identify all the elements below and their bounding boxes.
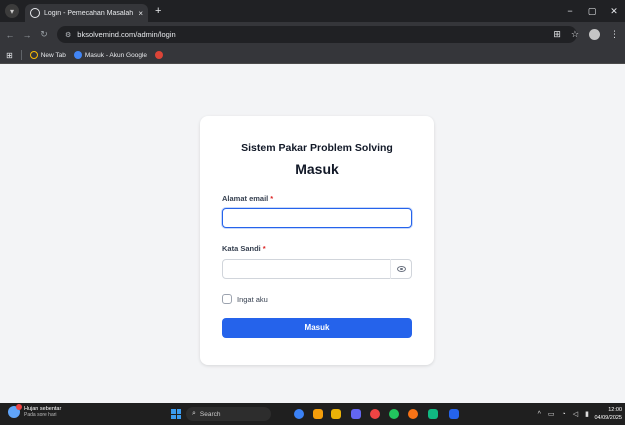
display-icon[interactable]: ▭ [548, 410, 555, 418]
required-mark: * [270, 194, 274, 203]
folder-icon[interactable] [331, 409, 341, 419]
bookmark-extra[interactable] [155, 51, 166, 59]
weather-subtitle: Pada sore hari [24, 412, 57, 418]
email-input[interactable] [222, 208, 412, 228]
wifi-icon[interactable]: ◔ [562, 411, 566, 418]
bookmark-icon [29, 51, 38, 59]
new-tab-button[interactable]: + [155, 5, 161, 17]
tab-title: Login - Pemecahan Masalah Si [44, 9, 136, 17]
store-icon[interactable] [428, 409, 438, 419]
remember-checkbox[interactable] [222, 294, 232, 304]
clock-date: 04/09/2025 [594, 415, 622, 421]
bookmarks-bar: ⊞ New Tab Masuk - Akun Google [0, 47, 625, 64]
eye-icon [397, 266, 406, 272]
apps-grid-icon[interactable]: ⊞ [6, 51, 13, 60]
close-window-button[interactable]: ✕ [603, 6, 625, 17]
word-icon[interactable] [449, 409, 459, 419]
email-label-text: Alamat email [222, 194, 269, 203]
taskbar: Hujan sebentar Pada sore hari ⌕ Search ^… [0, 403, 625, 425]
volume-icon[interactable]: ◁ [573, 410, 578, 418]
login-heading: Masuk [295, 161, 339, 177]
page-content: Sistem Pakar Problem Solving Masuk Alama… [0, 64, 625, 403]
google-icon [73, 51, 82, 59]
clock-time: 12:00 [608, 407, 622, 413]
system-tray: ^ ▭ ◔ ◁ ▮ [538, 403, 589, 425]
password-label: Kata Sandi * [222, 244, 266, 253]
url-text: bksolvemind.com/admin/login [77, 30, 176, 39]
password-input[interactable] [222, 259, 412, 279]
forward-icon[interactable]: → [20, 30, 34, 40]
chrome-icon[interactable] [370, 409, 380, 419]
profile-avatar-icon[interactable] [589, 29, 600, 40]
windows-start-icon[interactable] [171, 409, 181, 419]
app-title: Sistem Pakar Problem Solving [241, 142, 393, 154]
password-label-text: Kata Sandi [222, 244, 261, 253]
tab-search-icon[interactable]: ▾ [5, 4, 19, 18]
google-icon [155, 51, 164, 59]
bookmark-star-icon[interactable]: ☆ [571, 29, 579, 40]
remember-label: Ingat aku [237, 295, 268, 304]
battery-icon[interactable]: ▮ [585, 410, 589, 418]
maximize-button[interactable]: ▢ [581, 6, 603, 17]
bookmark-google-account[interactable]: Masuk - Akun Google [73, 51, 148, 59]
site-info-icon[interactable]: ⚙ [65, 31, 71, 39]
globe-icon [30, 8, 40, 18]
search-icon: ⌕ [192, 410, 196, 417]
chat-icon[interactable] [313, 409, 323, 419]
chevron-up-icon[interactable]: ^ [538, 411, 541, 418]
whatsapp-icon[interactable] [389, 409, 399, 419]
required-mark: * [262, 244, 266, 253]
browser-tab-bar: ▾ Login - Pemecahan Masalah Si × + − ▢ ✕ [0, 0, 625, 22]
bookmark-label: New Tab [40, 51, 66, 59]
calendar-icon[interactable] [351, 409, 361, 419]
window-controls: − ▢ ✕ [559, 0, 625, 22]
tab-close-icon[interactable]: × [138, 9, 143, 18]
show-password-icon[interactable] [390, 259, 412, 279]
reload-icon[interactable]: ↻ [37, 29, 51, 40]
email-label: Alamat email * [222, 194, 273, 203]
browser-tab[interactable]: Login - Pemecahan Masalah Si × [25, 4, 148, 22]
taskbar-search[interactable]: ⌕ Search [186, 407, 271, 421]
address-bar-row: ← → ↻ ⚙ bksolvemind.com/admin/login ⊞ ☆ … [0, 22, 625, 47]
toolbar-right: ⊞ ☆ ⋮ [553, 22, 619, 47]
minimize-button[interactable]: − [559, 6, 581, 16]
more-menu-icon[interactable]: ⋮ [610, 29, 619, 40]
bookmarks-separator [20, 50, 22, 60]
translate-icon[interactable]: ⊞ [553, 29, 561, 40]
login-card: Sistem Pakar Problem Solving Masuk Alama… [200, 116, 434, 365]
bookmark-label: Masuk - Akun Google [84, 51, 148, 59]
edge-icon[interactable] [294, 409, 304, 419]
search-label: Search [199, 410, 221, 418]
url-bar[interactable]: ⚙ bksolvemind.com/admin/login [57, 26, 577, 43]
photos-icon[interactable] [408, 409, 418, 419]
weather-icon [8, 404, 22, 418]
weather-widget[interactable]: Hujan sebentar Pada sore hari [8, 404, 61, 418]
back-icon[interactable]: ← [3, 30, 17, 40]
bookmark-new-tab[interactable]: New Tab [29, 51, 66, 59]
login-submit-button[interactable]: Masuk [222, 318, 412, 338]
clock[interactable]: 12:00 04/09/2025 [594, 406, 622, 422]
